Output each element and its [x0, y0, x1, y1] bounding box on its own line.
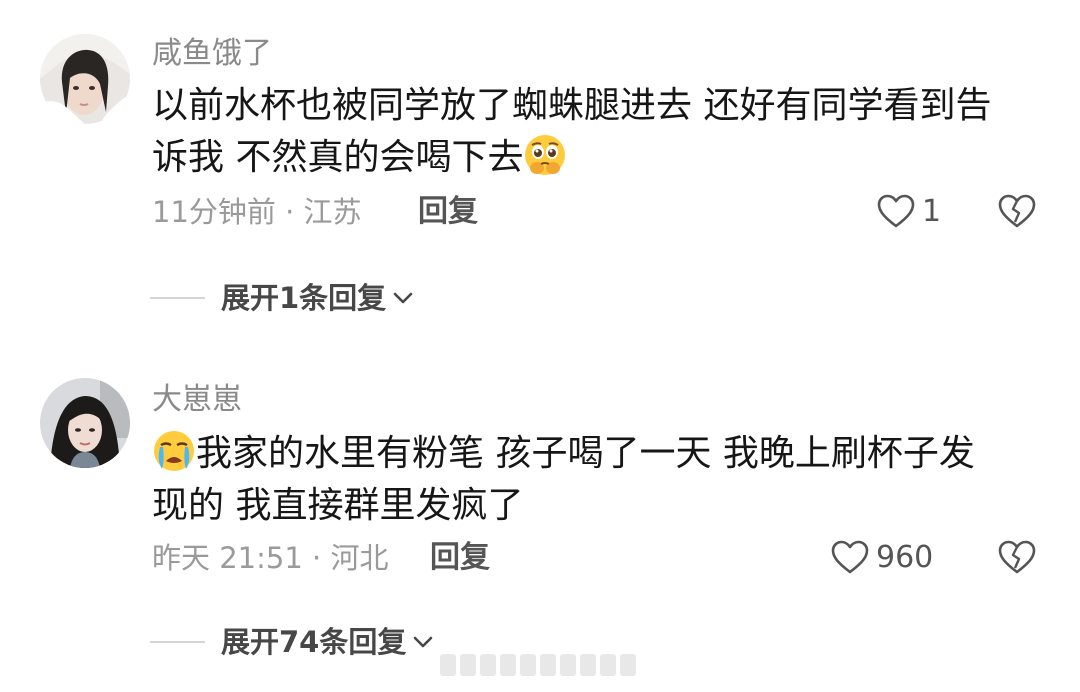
comment-text: 以前水杯也被同学放了蜘蛛腿进去 还好有同学看到告 诉我 不然真的会喝下去	[152, 80, 1042, 184]
avatar[interactable]	[40, 378, 130, 468]
expand-replies-label: 展开74条回复	[221, 625, 407, 659]
watermark	[440, 648, 636, 682]
expand-replies-button[interactable]: 展开1条回复	[150, 278, 416, 318]
like-count: 960	[876, 540, 934, 575]
divider-line	[150, 641, 205, 643]
dislike-button[interactable]	[997, 192, 1037, 232]
comment-meta: 昨天 21:51 · 河北	[152, 541, 389, 575]
crying-face-emoji	[152, 429, 196, 473]
comment-text-segment: 我家的水里有粉笔 孩子喝了一天 我晚上刷杯子发	[196, 433, 975, 474]
comment-text-line: 现的 我直接群里发疯了	[152, 485, 524, 526]
expand-replies-button[interactable]: 展开74条回复	[150, 622, 436, 662]
heart-outline-icon	[830, 538, 870, 578]
like-button[interactable]: 1	[876, 192, 941, 232]
avatar[interactable]	[40, 34, 130, 124]
heart-outline-icon	[876, 192, 916, 232]
broken-heart-icon	[997, 538, 1037, 578]
comment-text: 我家的水里有粉笔 孩子喝了一天 我晚上刷杯子发 现的 我直接群里发疯了	[152, 428, 1042, 532]
dislike-button[interactable]	[997, 538, 1037, 578]
username[interactable]: 咸鱼饿了	[152, 34, 272, 74]
like-button[interactable]: 960	[830, 538, 933, 578]
comment-meta: 11分钟前 · 江苏	[152, 195, 362, 229]
chevron-down-icon	[386, 285, 416, 311]
comment-text-segment: 诉我 不然真的会喝下去	[152, 137, 524, 178]
chevron-down-icon	[406, 629, 436, 655]
comment-list: 咸鱼饿了 以前水杯也被同学放了蜘蛛腿进去 还好有同学看到告 诉我 不然真的会喝下…	[0, 0, 1080, 692]
reply-button[interactable]: 回复	[430, 538, 490, 578]
comment-text-line: 诉我 不然真的会喝下去	[152, 132, 1042, 184]
comment-text-line: 以前水杯也被同学放了蜘蛛腿进去 还好有同学看到告	[152, 85, 992, 126]
broken-heart-icon	[997, 192, 1037, 232]
comment-text-line: 我家的水里有粉笔 孩子喝了一天 我晚上刷杯子发	[152, 428, 1042, 480]
like-count: 1	[922, 194, 942, 229]
expand-replies-label: 展开1条回复	[221, 281, 387, 315]
divider-line	[150, 297, 205, 299]
pleading-face-emoji	[523, 133, 567, 177]
reply-button[interactable]: 回复	[418, 192, 478, 232]
username[interactable]: 大崽崽	[152, 380, 242, 420]
